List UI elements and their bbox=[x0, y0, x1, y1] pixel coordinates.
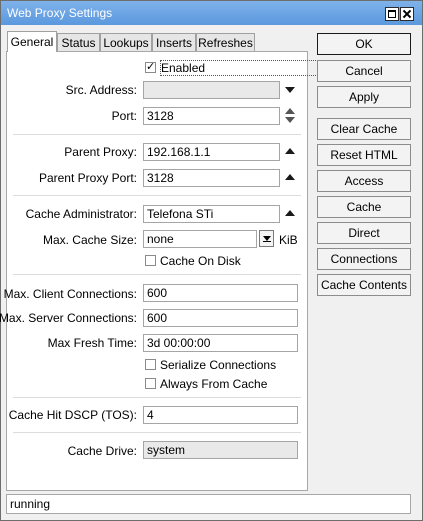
max-cache-size-field[interactable]: none bbox=[143, 230, 257, 248]
cache-administrator-field[interactable]: Telefona STi bbox=[143, 205, 280, 223]
web-proxy-settings-window: Web Proxy Settings General Status Lookup… bbox=[0, 0, 423, 521]
src-address-dropdown-icon[interactable] bbox=[285, 87, 295, 93]
title-bar[interactable]: Web Proxy Settings bbox=[1, 1, 422, 25]
apply-button[interactable]: Apply bbox=[317, 86, 411, 108]
tab-lookups[interactable]: Lookups bbox=[100, 33, 152, 51]
separator bbox=[13, 134, 301, 135]
max-fresh-time-field[interactable]: 3d 00:00:00 bbox=[143, 334, 298, 352]
max-fresh-time-label: Max Fresh Time: bbox=[47, 336, 137, 350]
cache-hit-dscp-label: Cache Hit DSCP (TOS): bbox=[8, 408, 137, 422]
access-button[interactable]: Access bbox=[317, 170, 411, 192]
src-address-field[interactable] bbox=[143, 81, 280, 99]
always-from-cache-label[interactable]: Always From Cache bbox=[160, 377, 267, 391]
max-cache-size-dropdown-button[interactable] bbox=[259, 230, 274, 247]
port-label: Port: bbox=[111, 109, 137, 123]
close-icon[interactable] bbox=[400, 7, 414, 21]
separator bbox=[13, 432, 301, 433]
parent-proxy-label: Parent Proxy: bbox=[64, 145, 137, 159]
parent-proxy-port-label: Parent Proxy Port: bbox=[38, 171, 137, 185]
separator bbox=[13, 195, 301, 196]
general-panel: Enabled Src. Address: Port: 3128 Parent … bbox=[0, 51, 345, 491]
window-title: Web Proxy Settings bbox=[7, 6, 113, 20]
cache-drive-field: system bbox=[143, 441, 298, 459]
tab-inserts[interactable]: Inserts bbox=[152, 33, 196, 51]
reset-html-button[interactable]: Reset HTML bbox=[317, 144, 411, 166]
serialize-connections-checkbox[interactable] bbox=[145, 359, 156, 370]
parent-proxy-port-field[interactable]: 3128 bbox=[143, 169, 280, 187]
cache-hit-dscp-field[interactable]: 4 bbox=[143, 406, 298, 424]
max-cache-size-unit: KiB bbox=[279, 233, 298, 247]
max-client-connections-field[interactable]: 600 bbox=[143, 284, 298, 302]
enabled-checkbox[interactable] bbox=[145, 60, 156, 73]
cache-contents-button[interactable]: Cache Contents bbox=[317, 274, 411, 296]
status-bar: running bbox=[6, 494, 411, 514]
parent-proxy-port-up-icon[interactable] bbox=[285, 174, 295, 180]
max-server-connections-field[interactable]: 600 bbox=[143, 309, 298, 327]
cache-administrator-label: Cache Administrator: bbox=[25, 207, 137, 221]
max-client-connections-label: Max. Client Connections: bbox=[3, 287, 137, 301]
tab-general[interactable]: General bbox=[7, 31, 57, 52]
cancel-button[interactable]: Cancel bbox=[317, 60, 411, 82]
separator bbox=[13, 274, 301, 275]
serialize-connections-label[interactable]: Serialize Connections bbox=[160, 358, 276, 372]
src-address-label: Src. Address: bbox=[65, 83, 137, 97]
cache-on-disk-label[interactable]: Cache On Disk bbox=[160, 254, 241, 268]
cache-drive-label: Cache Drive: bbox=[67, 444, 137, 458]
connections-button[interactable]: Connections bbox=[317, 248, 411, 270]
cache-button[interactable]: Cache bbox=[317, 196, 411, 218]
tab-status[interactable]: Status bbox=[57, 33, 100, 51]
maximize-icon[interactable] bbox=[385, 7, 399, 21]
parent-proxy-field[interactable]: 192.168.1.1 bbox=[143, 143, 280, 161]
ok-button[interactable]: OK bbox=[317, 33, 411, 55]
cache-on-disk-checkbox[interactable] bbox=[145, 255, 156, 266]
port-spinner-icon[interactable] bbox=[285, 108, 295, 124]
max-cache-size-label: Max. Cache Size: bbox=[42, 233, 137, 247]
max-server-connections-label: Max. Server Connections: bbox=[0, 311, 137, 325]
always-from-cache-checkbox[interactable] bbox=[145, 378, 156, 389]
port-field[interactable]: 3128 bbox=[143, 107, 280, 125]
clear-cache-button[interactable]: Clear Cache bbox=[317, 118, 411, 140]
direct-button[interactable]: Direct bbox=[317, 222, 411, 244]
cache-administrator-up-icon[interactable] bbox=[285, 210, 295, 216]
tab-refreshes[interactable]: Refreshes bbox=[196, 33, 255, 51]
separator bbox=[13, 397, 301, 398]
parent-proxy-up-icon[interactable] bbox=[285, 148, 295, 154]
